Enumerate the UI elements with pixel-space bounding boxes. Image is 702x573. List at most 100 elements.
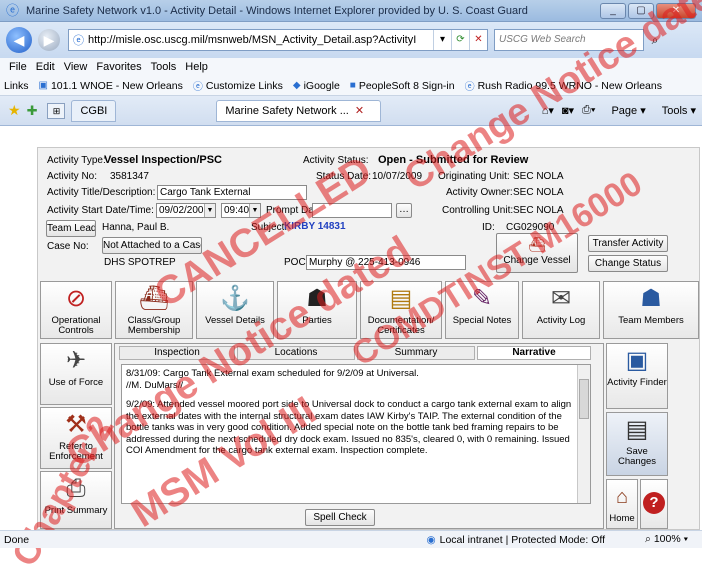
menu-favorites[interactable]: Favorites (96, 61, 141, 73)
minimize-button[interactable]: _ (600, 2, 626, 19)
search-input[interactable]: USCG Web Search (494, 29, 644, 51)
refer-enforcement-button[interactable]: ⚒ Refer to Enforcement (40, 407, 112, 469)
class-group-label: Class/Group Membership (127, 315, 181, 336)
link-igoogle-label: iGoogle (303, 79, 340, 92)
quick-tabs-icon[interactable]: ⊞ (47, 102, 66, 119)
case-no-label: Case No: (47, 241, 89, 252)
activity-title-input[interactable]: Cargo Tank External (157, 185, 307, 200)
menu-tools[interactable]: Tools (151, 61, 177, 73)
search-icon[interactable]: ⌕ (644, 33, 666, 48)
link-customize[interactable]: ⓔ Customize Links (193, 78, 283, 94)
page-menu[interactable]: Page ▾ (603, 104, 645, 117)
subject-link[interactable]: KIRBY 14831 (284, 221, 346, 232)
class-group-button[interactable]: ⛴ Class/Group Membership (115, 281, 193, 339)
zoom-control[interactable]: ⌕ 100% ▾ (645, 533, 688, 546)
tab-locations[interactable]: Locations (237, 346, 355, 360)
address-url[interactable]: http://misle.osc.uscg.mil/msnweb/MSN_Act… (88, 34, 433, 46)
link-rush-radio[interactable]: ⓔ Rush Radio 99.5 WRNO - New Orleans (465, 78, 662, 94)
narrative-textarea[interactable]: 8/31/09: Cargo Tank External exam schedu… (121, 364, 591, 504)
menu-edit[interactable]: Edit (36, 61, 55, 73)
operational-controls-button[interactable]: ⊘ Operational Controls (40, 281, 112, 339)
maximize-button[interactable]: ▢ (628, 2, 654, 19)
status-text: Done (4, 533, 30, 546)
print-summary-button[interactable]: ⎙ Print Summary (40, 471, 112, 529)
activity-finder-button[interactable]: ▣ Activity Finder (606, 343, 668, 409)
link-igoogle[interactable]: ◆ iGoogle (293, 80, 340, 92)
close-tab-icon[interactable]: ✕ (355, 105, 364, 117)
change-status-button[interactable]: Change Status (588, 255, 668, 272)
save-changes-button[interactable]: ▤ Save Changes (606, 412, 668, 476)
special-notes-button[interactable]: ✎ Special Notes (445, 281, 519, 339)
link-wnoe[interactable]: ▣ 101.1 WNOE - New Orleans (39, 80, 183, 92)
activity-log-button[interactable]: ✉ Activity Log (522, 281, 600, 339)
refresh-icon[interactable]: ⟳ (451, 30, 469, 50)
vessel-small-icon: ⛴ (528, 236, 546, 252)
vessel-details-button[interactable]: ⚓ Vessel Details (196, 281, 274, 339)
feeds-icon[interactable]: ◙▾ (562, 104, 574, 117)
documentation-button[interactable]: ▤ Documentation/ Certificates (360, 281, 442, 339)
security-zone-label: Local intranet | Protected Mode: Off (439, 533, 605, 546)
link-peoplesoft[interactable]: ■ PeopleSoft 8 Sign-in (350, 80, 455, 92)
narrative-scrollbar[interactable] (577, 365, 590, 503)
menu-file[interactable]: File (9, 61, 27, 73)
floppy-disk-icon: ▤ (625, 416, 649, 443)
start-time-select[interactable]: 09:40 ▼ (221, 203, 261, 218)
originating-unit-value: SEC NOLA (513, 171, 564, 182)
home-cmd-icon[interactable]: ⌂▾ (542, 104, 554, 117)
poc-input[interactable]: Murphy @ 225-413-0946 (306, 255, 466, 270)
tab-inspection[interactable]: Inspection (119, 346, 235, 360)
calendar-button[interactable]: … (396, 203, 412, 218)
add-favorite-icon[interactable]: ✚ (27, 103, 38, 119)
menu-help[interactable]: Help (185, 61, 208, 73)
start-date-select[interactable]: 09/02/2009 ▼ (156, 203, 216, 218)
browser-tab-msn[interactable]: Marine Safety Network ... ✕ (216, 99, 382, 122)
detail-tab-panel: Inspection Locations Summary Narrative 8… (114, 343, 604, 529)
activity-no-label: Activity No: (47, 171, 98, 182)
help-button[interactable]: ? (640, 479, 668, 529)
tools-menu[interactable]: Tools ▾ (654, 104, 696, 117)
team-members-label: Team Members (618, 315, 684, 326)
tab-narrative[interactable]: Narrative (477, 346, 591, 360)
transfer-activity-button[interactable]: Transfer Activity (588, 235, 668, 252)
chevron-down-icon[interactable]: ▼ (204, 204, 215, 217)
prompt-date-input[interactable] (312, 203, 392, 218)
vessel-icon: ⚓ (220, 285, 250, 312)
link-peoplesoft-label: PeopleSoft 8 Sign-in (358, 79, 455, 92)
change-vessel-button[interactable]: ⛴ Change Vessel (496, 233, 578, 273)
originating-unit-label: Originating Unit: (438, 171, 510, 182)
narrative-line-3: 9/2/09: Attended vessel moored port side… (126, 399, 572, 456)
team-lead-button[interactable]: Team Lead (46, 220, 96, 237)
forward-button[interactable]: ▶ (38, 29, 60, 51)
print-cmd-icon[interactable]: ⎙▾ (582, 104, 595, 117)
use-of-force-button[interactable]: ✈ Use of Force (40, 343, 112, 405)
home-button[interactable]: ⌂ Home (606, 479, 638, 529)
tab-msn-label: Marine Safety Network ... (225, 104, 349, 117)
address-bar[interactable]: ⓔ http://misle.osc.uscg.mil/msnweb/MSN_A… (68, 29, 488, 51)
chevron-down-icon[interactable]: ▼ (249, 204, 260, 217)
scrollbar-thumb[interactable] (579, 379, 589, 419)
command-bar: ⌂▾ ◙▾ ⎙▾ Page ▾ Tools ▾ (534, 104, 702, 117)
browser-tab-cgbi[interactable]: CGBI (71, 99, 117, 122)
stop-icon[interactable]: ✕ (469, 30, 487, 50)
spell-check-button[interactable]: Spell Check (305, 509, 375, 526)
documents-icon: ▤ (389, 285, 413, 312)
refer-enforcement-label: Refer to Enforcement (49, 441, 103, 462)
favorites-star-icon[interactable]: ★ (8, 102, 21, 119)
house-icon: ⌂ (615, 486, 629, 508)
parties-button[interactable]: ☗ Parties (277, 281, 357, 339)
activity-detail-form: Activity Type: Vessel Inspection/PSC Act… (37, 147, 700, 530)
address-dropdown-icon[interactable]: ▾ (433, 30, 451, 50)
parties-label: Parties (302, 315, 332, 326)
tools-menu-label: Tools (661, 105, 688, 117)
security-zone[interactable]: ◉ Local intranet | Protected Mode: Off (426, 534, 605, 546)
tab-summary[interactable]: Summary (357, 346, 475, 360)
close-window-button[interactable]: ✕ (656, 2, 696, 19)
attach-case-button[interactable]: Not Attached to a Case (102, 237, 202, 254)
links-label: Links (4, 79, 29, 92)
team-members-button[interactable]: ☗ Team Members (603, 281, 699, 339)
link-customize-label: Customize Links (205, 79, 283, 92)
activity-owner-label: Activity Owner: (446, 187, 513, 198)
back-button[interactable]: ◀ (6, 27, 32, 53)
menu-view[interactable]: View (64, 61, 88, 73)
dhs-spotrep-label: DHS SPOTREP (104, 257, 176, 268)
